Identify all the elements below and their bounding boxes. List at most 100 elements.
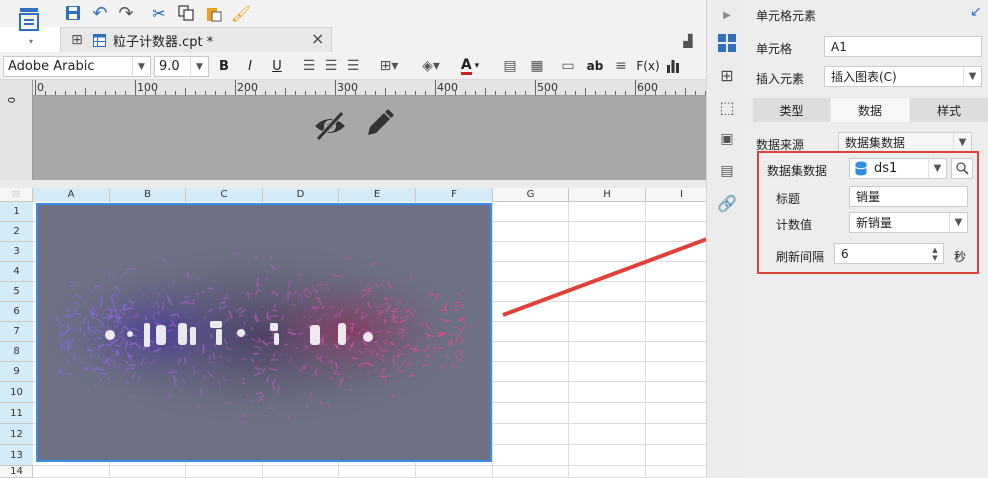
grid-template-icon: ⊞ bbox=[71, 32, 83, 48]
condition-icon[interactable]: ▤ bbox=[717, 160, 737, 182]
ruler-minor-tick bbox=[365, 91, 366, 95]
template-menu-arrow-icon[interactable]: ▾ bbox=[27, 36, 35, 46]
ruler-minor-tick bbox=[155, 91, 156, 95]
cell-field[interactable]: A1 bbox=[824, 36, 982, 57]
side-icon-strip: ▶ ⊞ ⬚ ▣ ▤ 🔗 bbox=[706, 0, 746, 478]
font-family-value: Adobe Arabic bbox=[8, 59, 95, 74]
align-right-icon[interactable]: ☰ bbox=[344, 55, 362, 77]
table-icon[interactable]: ▦ bbox=[527, 55, 547, 77]
row-header-10[interactable]: 10 bbox=[0, 382, 33, 403]
select-all-corner[interactable]: ⁝⁝⁝ bbox=[0, 188, 33, 202]
tab-particle-counter[interactable]: ⊞ 粒子计数器.cpt * × bbox=[60, 27, 332, 52]
redo-icon[interactable]: ↷ bbox=[115, 2, 137, 24]
data-source-select[interactable]: 数据集数据 ▼ bbox=[838, 132, 972, 153]
save-icon[interactable] bbox=[63, 2, 83, 24]
ruler-minor-tick bbox=[45, 91, 46, 95]
row-header-12[interactable]: 12 bbox=[0, 424, 33, 445]
italic-button[interactable]: I bbox=[241, 55, 259, 77]
cell-field-value: A1 bbox=[831, 39, 847, 54]
column-header-d[interactable]: D bbox=[263, 188, 339, 202]
font-family-select[interactable]: Adobe Arabic ▼ bbox=[3, 56, 151, 77]
align-center-icon[interactable]: ☰ bbox=[322, 55, 340, 77]
format-painter-icon[interactable]: 🖌 bbox=[230, 2, 252, 24]
collapse-panel-icon[interactable]: ▶ bbox=[719, 4, 735, 26]
align-left-icon[interactable]: ☰ bbox=[300, 55, 318, 77]
paragraph-icon[interactable]: ≡ bbox=[611, 55, 631, 77]
ruler-minor-tick bbox=[555, 91, 556, 95]
widget-icon[interactable]: ▣ bbox=[717, 128, 737, 150]
ruler-major-tick bbox=[235, 80, 236, 95]
ruler-minor-tick bbox=[65, 91, 66, 95]
cell-attribute-icon[interactable]: ⊞ bbox=[717, 64, 737, 86]
particle-counter-chart[interactable] bbox=[36, 203, 492, 462]
text-element-button[interactable]: ab bbox=[584, 55, 606, 77]
row-header-13[interactable]: 13 bbox=[0, 445, 33, 466]
fill-color-icon[interactable]: ◈▾ bbox=[416, 55, 446, 77]
row-header-5[interactable]: 5 bbox=[0, 282, 33, 302]
data-source-value: 数据集数据 bbox=[845, 136, 906, 150]
template-menu-icon[interactable] bbox=[14, 3, 44, 35]
row-header-9[interactable]: 9 bbox=[0, 362, 33, 382]
tab-title: 粒子计数器.cpt * bbox=[113, 35, 214, 50]
text-color-icon: A bbox=[460, 56, 472, 75]
border-icon[interactable]: ⊞▾ bbox=[374, 55, 404, 77]
tab-type[interactable]: 类型 bbox=[753, 98, 830, 122]
ruler-minor-tick bbox=[55, 91, 56, 95]
text-field-icon[interactable]: ▭ bbox=[558, 55, 578, 77]
column-header-f[interactable]: F bbox=[416, 188, 493, 202]
row-header-8[interactable]: 8 bbox=[0, 342, 33, 362]
panel-title: 单元格元素 bbox=[756, 9, 817, 23]
ruler-minor-tick bbox=[655, 91, 656, 95]
cut-icon[interactable]: ✂ bbox=[148, 2, 170, 24]
expand-arrow-icon[interactable]: ↙ bbox=[970, 4, 982, 20]
tab-style[interactable]: 样式 bbox=[910, 98, 988, 122]
font-size-select[interactable]: 9.0 ▼ bbox=[154, 56, 209, 77]
row-header-1[interactable]: 1 bbox=[0, 202, 33, 222]
ruler-minor-tick bbox=[675, 91, 676, 95]
text-color-button[interactable]: A ▾ bbox=[455, 55, 485, 77]
merge-cell-icon[interactable]: ▤ bbox=[500, 55, 520, 77]
ruler-minor-tick bbox=[445, 91, 446, 95]
column-header-g[interactable]: G bbox=[493, 188, 569, 202]
row-header-3[interactable]: 3 bbox=[0, 242, 33, 262]
tab-menu-icon[interactable]: ▟ bbox=[680, 30, 696, 52]
tab-data[interactable]: 数据 bbox=[831, 98, 909, 122]
undo-icon[interactable]: ↶ bbox=[89, 2, 111, 24]
row-header-14[interactable]: 14 bbox=[0, 466, 33, 478]
cpt-file-icon bbox=[91, 29, 107, 51]
column-header-c[interactable]: C bbox=[186, 188, 263, 202]
insert-element-value: 插入图表(C) bbox=[831, 70, 897, 84]
ruler-minor-tick bbox=[615, 91, 616, 95]
ruler-minor-tick bbox=[345, 91, 346, 95]
ruler-minor-tick bbox=[695, 91, 696, 95]
bold-button[interactable]: B bbox=[215, 55, 233, 77]
column-header-h[interactable]: H bbox=[569, 188, 646, 202]
ruler-minor-tick bbox=[355, 91, 356, 95]
ruler-minor-tick bbox=[405, 91, 406, 95]
hyperlink-icon[interactable]: 🔗 bbox=[717, 192, 737, 214]
column-header-i[interactable]: I bbox=[646, 188, 706, 202]
floating-element-icon[interactable]: ⬚ bbox=[717, 96, 737, 118]
ruler-minor-tick bbox=[455, 91, 456, 95]
chart-icon[interactable] bbox=[663, 55, 683, 77]
cell-element-icon[interactable] bbox=[717, 33, 737, 53]
copy-icon[interactable] bbox=[175, 2, 197, 24]
edit-pencil-icon[interactable] bbox=[363, 108, 397, 142]
row-header-11[interactable]: 11 bbox=[0, 403, 33, 424]
row-header-6[interactable]: 6 bbox=[0, 302, 33, 322]
eye-off-icon[interactable] bbox=[312, 110, 348, 146]
formula-button[interactable]: F(x) bbox=[636, 55, 660, 77]
row-header-7[interactable]: 7 bbox=[0, 322, 33, 342]
column-header-a[interactable]: A bbox=[33, 188, 110, 202]
ruler-minor-tick bbox=[185, 88, 186, 95]
tab-close-button[interactable]: × bbox=[311, 29, 324, 48]
row-header-4[interactable]: 4 bbox=[0, 262, 33, 282]
insert-element-select[interactable]: 插入图表(C) ▼ bbox=[824, 66, 982, 87]
ruler-minor-tick bbox=[285, 88, 286, 95]
column-header-b[interactable]: B bbox=[110, 188, 186, 202]
underline-button[interactable]: U bbox=[268, 55, 286, 77]
ruler-minor-tick bbox=[115, 91, 116, 95]
paste-icon[interactable] bbox=[203, 2, 225, 24]
column-header-e[interactable]: E bbox=[339, 188, 416, 202]
row-header-2[interactable]: 2 bbox=[0, 222, 33, 242]
